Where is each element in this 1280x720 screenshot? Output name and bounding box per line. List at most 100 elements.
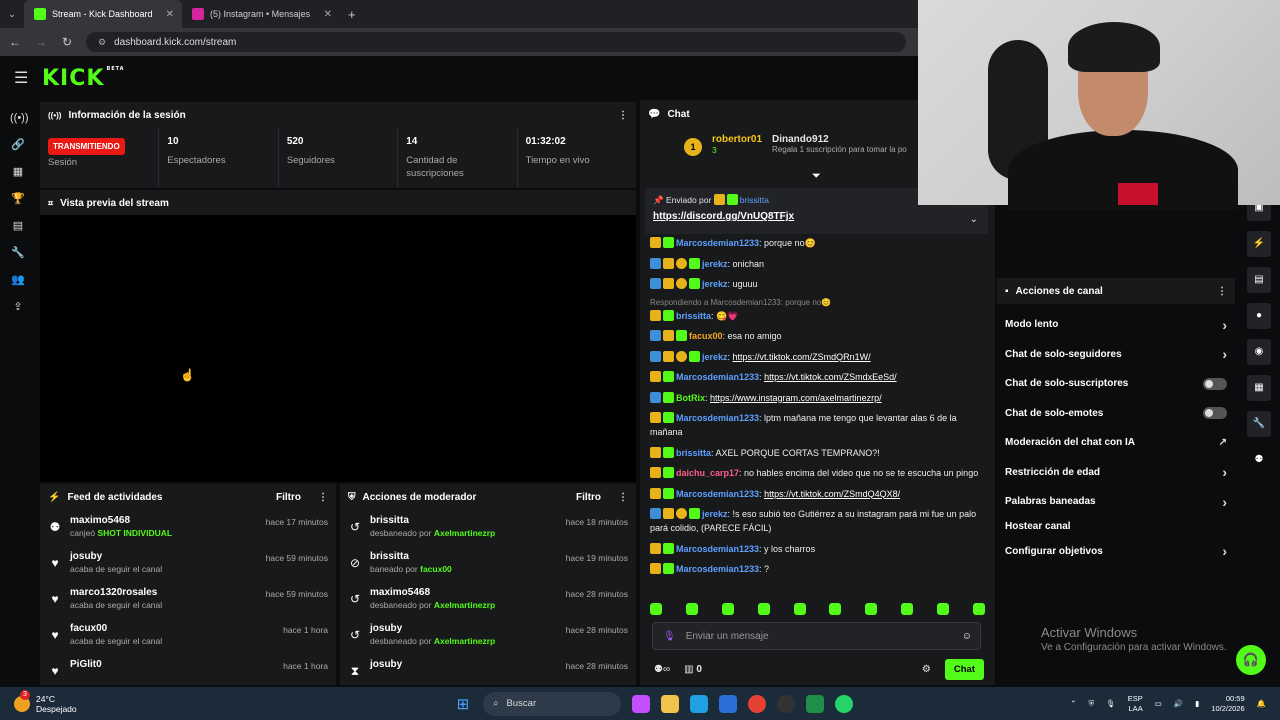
action-host-channel[interactable]: Hostear canal [997,517,1235,537]
new-tab-icon[interactable]: + [348,7,356,22]
points-icon[interactable]: ⚉ [1247,447,1271,473]
chat-link[interactable]: https://vt.tiktok.com/ZSmdQ4QX8/ [764,489,900,499]
action-ai-moderation[interactable]: Moderación del chat con IA ↗ [997,428,1235,458]
video-icon[interactable]: ▤ [10,218,26,234]
chat-username[interactable]: Marcosdemian1233 [676,372,759,382]
notifications-icon[interactable]: 🔔 [1257,699,1266,708]
filter-button[interactable]: Filtro [576,492,601,503]
wrench-icon[interactable]: 🔧 [1247,411,1271,437]
tab-list-icon[interactable]: ⌄ [0,9,24,20]
layout-icon[interactable]: ▦ [1247,375,1271,401]
emote-icon[interactable] [721,603,734,615]
collapse-icon[interactable]: ⏷ [812,170,821,183]
trophy-icon[interactable]: 🏆 [10,191,26,207]
language-indicator[interactable]: ESP LAA [1128,694,1143,714]
copilot-icon[interactable] [632,694,651,713]
gifter-name[interactable]: robertor01 [712,134,762,145]
chat-username[interactable]: BotRix [676,393,705,403]
close-tab-icon[interactable]: ✕ [166,9,174,20]
chat-bubble-icon[interactable]: ● [1247,303,1271,329]
url-field[interactable]: ⚙ dashboard.kick.com/stream [86,32,906,52]
feed-user[interactable]: josuby [70,551,258,562]
upload-icon[interactable]: ⇪ [10,299,26,315]
settings-icon[interactable]: ⚙ [922,664,931,675]
emote-icon[interactable] [937,603,949,615]
mod-target[interactable]: josuby [370,659,558,670]
mic-icon[interactable]: 🎙 [663,631,676,642]
chat-input[interactable]: 🎙 Enviar un mensaje ☺ [652,622,981,650]
emote-icon[interactable] [757,603,770,615]
site-info-icon[interactable]: ⚙ [98,37,106,48]
mod-by[interactable]: Axelmartinezrp [434,636,495,646]
chat-username[interactable]: Marcosdemian1233 [676,413,759,423]
back-icon[interactable]: ← [8,35,22,49]
feed-user[interactable]: marco1320rosales [70,587,258,598]
emote-icon[interactable] [901,603,914,615]
weather-widget[interactable]: 3 24°C Despejado [14,689,77,714]
pinned-link[interactable]: https://discord.gg/VnUQ8TFjx [653,211,980,222]
feed-user[interactable]: maximo5468 [70,515,258,526]
tab-instagram[interactable]: (5) Instagram • Mensajes ✕ [182,0,340,28]
analytics-icon[interactable]: ▦ [10,164,26,180]
battery-icon[interactable]: ▮ [1195,699,1199,708]
more-options-icon[interactable]: ⋮ [618,110,628,121]
pinned-user[interactable]: brissitta [740,195,769,205]
chat-username[interactable]: brissitta [676,448,711,458]
mod-by[interactable]: Axelmartinezrp [434,528,495,538]
chat-username[interactable]: jerekz [702,509,728,519]
windows-start-icon[interactable]: ⊞ [457,695,470,713]
kick-logo[interactable]: KICK BETA [42,66,125,91]
chat-username[interactable]: Marcosdemian1233 [676,238,759,248]
broadcast-icon[interactable]: ◉ [1247,339,1271,365]
tab-kick-dashboard[interactable]: Stream - Kick Dashboard ✕ [24,0,182,28]
action-set-goals[interactable]: Configurar objetivos › [997,537,1235,567]
chat-link[interactable]: https://www.instagram.com/axelmartinezrp… [710,393,882,403]
more-options-icon[interactable]: ⋮ [618,492,628,503]
points-icon[interactable]: ⚉∞ [654,664,670,675]
broadcast-icon[interactable]: ((•)) [10,110,29,126]
mod-target[interactable]: maximo5468 [370,587,558,598]
chat-link[interactable]: https://vt.tiktok.com/ZSmdQRn1W/ [733,352,871,362]
emotes-only-toggle[interactable] [1203,407,1227,420]
mod-target[interactable]: josuby [370,623,558,634]
chat-username[interactable]: jerekz [702,259,728,269]
emoji-icon[interactable]: ☺ [962,631,972,642]
emote-icon[interactable] [972,603,985,615]
stream-preview-video[interactable] [40,215,636,482]
mod-by[interactable]: facux00 [420,564,452,574]
file-explorer-icon[interactable] [661,694,680,713]
emote-icon[interactable] [865,603,878,615]
subscribers-only-toggle[interactable] [1203,377,1227,390]
menu-icon[interactable]: ☰ [14,68,32,88]
chevron-up-icon[interactable]: ⌃ [1070,699,1076,708]
obs-icon[interactable] [777,694,796,713]
emote-icon[interactable] [685,603,698,615]
taskbar-search[interactable]: ⌕ Buscar [483,691,622,716]
support-icon[interactable]: 🎧 [1236,645,1266,675]
reload-icon[interactable]: ↻ [60,35,74,49]
edge-icon[interactable] [690,694,709,713]
chat-username[interactable]: jerekz [702,279,728,289]
store-icon[interactable] [719,694,738,713]
store-icon[interactable]: ▥ 0 [684,664,702,675]
chat-username[interactable]: Marcosdemian1233 [676,489,759,499]
chat-username[interactable]: daichu_carp17 [676,468,739,478]
mod-target[interactable]: brissitta [370,551,558,562]
action-followers-only[interactable]: Chat de solo-seguidores › [997,340,1235,370]
excel-icon[interactable] [806,694,825,713]
antivirus-icon[interactable]: ⛨ [1089,699,1095,709]
chat-username[interactable]: facux00 [689,331,723,341]
chat-link[interactable]: https://vt.tiktok.com/ZSmdxEeSd/ [764,372,897,382]
monitor-icon[interactable]: ▭ [1155,699,1162,708]
feed-user[interactable]: PiGlit0 [70,659,275,670]
bolt-icon[interactable]: ⚡ [1247,231,1271,257]
clock[interactable]: 00:59 10/2/2026 [1211,694,1244,714]
mod-target[interactable]: brissitta [370,515,558,526]
wrench-icon[interactable]: 🔧 [10,245,26,261]
chevron-down-icon[interactable]: ⌄ [970,214,978,225]
more-options-icon[interactable]: ⋮ [318,492,328,503]
emote-icon[interactable] [650,603,662,615]
gift-user[interactable]: Dinando912 [772,134,907,145]
action-age-restriction[interactable]: Restricción de edad › [997,458,1235,488]
emote-icon[interactable] [829,603,842,615]
